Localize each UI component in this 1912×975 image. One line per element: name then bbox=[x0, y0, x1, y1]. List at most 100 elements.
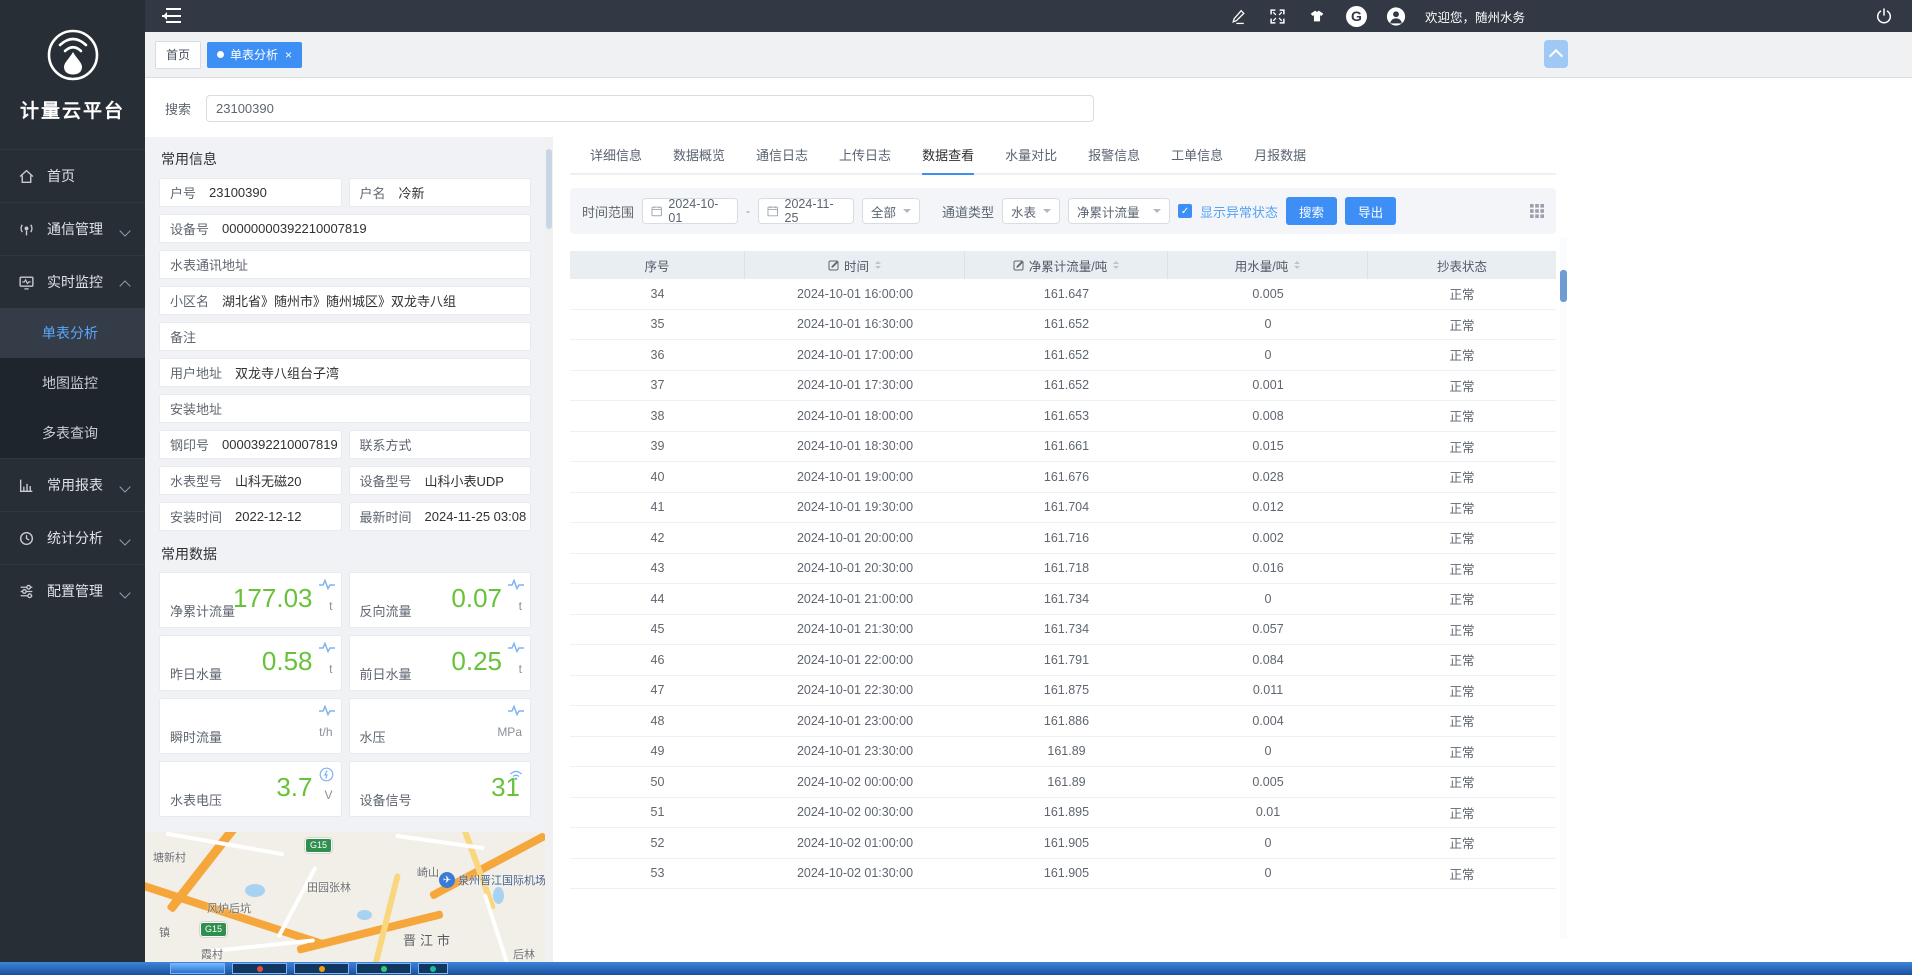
sidebar-item-single-meter-analysis[interactable]: 单表分析 bbox=[0, 308, 145, 358]
channel-metric-select[interactable]: 净累计流量 bbox=[1068, 198, 1170, 224]
metric-unit: t bbox=[329, 662, 332, 676]
cell-status: 正常 bbox=[1368, 315, 1556, 334]
sidebar-item-configuration[interactable]: 配置管理 bbox=[0, 564, 145, 617]
left-panel-scrollbar[interactable] bbox=[545, 137, 553, 962]
tab-alarm-info[interactable]: 报警信息 bbox=[1088, 145, 1140, 175]
abnormal-checkbox[interactable]: ✓ bbox=[1178, 204, 1192, 218]
metric-card-net-total-flow: 177.03 t 净累计流量 bbox=[159, 572, 342, 628]
sidebar-item-multi-meter-query[interactable]: 多表查询 bbox=[0, 408, 145, 458]
search-row: 搜索 bbox=[145, 79, 1912, 137]
field-stamp-no: 钢印号 0000392210007819 bbox=[159, 430, 342, 459]
end-date-input[interactable]: 2024-11-25 bbox=[758, 198, 854, 224]
sort-icons[interactable] bbox=[1294, 258, 1300, 272]
tab-usage-compare[interactable]: 水量对比 bbox=[1005, 145, 1057, 175]
tab-work-order[interactable]: 工单信息 bbox=[1171, 145, 1223, 175]
sort-icons[interactable] bbox=[1113, 258, 1119, 272]
column-net-total[interactable]: 净累计流量/吨 bbox=[965, 251, 1168, 279]
sidebar-item-reports[interactable]: 常用报表 bbox=[0, 458, 145, 511]
location-map[interactable]: G15 G15 塘新村 崎山 田园张林 风炉后坑 镇 晋江市 后林 霞村 ✈ 泉… bbox=[145, 832, 545, 962]
scrollbar-thumb[interactable] bbox=[546, 149, 552, 229]
sliders-icon bbox=[18, 583, 35, 600]
range-separator: - bbox=[746, 204, 750, 218]
column-usage[interactable]: 用水量/吨 bbox=[1168, 251, 1368, 279]
taskbar-item[interactable] bbox=[356, 963, 411, 974]
cell-seq: 39 bbox=[570, 439, 745, 453]
field-install-address: 安装地址 bbox=[159, 394, 531, 423]
channel-type-select[interactable]: 水表 bbox=[1002, 198, 1060, 224]
taskbar-item[interactable] bbox=[170, 963, 225, 974]
cell-time: 2024-10-01 19:00:00 bbox=[745, 470, 965, 484]
export-button[interactable]: 导出 bbox=[1345, 197, 1396, 225]
field-value: 2022-12-12 bbox=[235, 509, 302, 524]
chevron-down-icon bbox=[903, 209, 911, 217]
edit-icon[interactable] bbox=[1229, 6, 1249, 26]
cell-seq: 41 bbox=[570, 500, 745, 514]
tab-detail-info[interactable]: 详细信息 bbox=[590, 145, 642, 175]
cell-status: 正常 bbox=[1368, 498, 1556, 517]
column-label: 用水量/吨 bbox=[1235, 256, 1288, 275]
pulse-icon bbox=[319, 578, 335, 592]
tab-monthly-report[interactable]: 月报数据 bbox=[1254, 145, 1306, 175]
sort-icons[interactable] bbox=[875, 258, 881, 272]
cell-net-total: 161.653 bbox=[965, 409, 1168, 423]
collapse-sidebar-icon[interactable] bbox=[159, 8, 181, 24]
column-status: 抄表状态 bbox=[1368, 251, 1556, 279]
tag-single-meter-analysis[interactable]: 单表分析 × bbox=[207, 42, 302, 68]
chevron-down-icon bbox=[1153, 209, 1161, 217]
tab-upload-log[interactable]: 上传日志 bbox=[839, 145, 891, 175]
field-label: 设备型号 bbox=[360, 471, 412, 490]
start-date-value: 2024-10-01 bbox=[668, 197, 729, 225]
g-badge-icon[interactable]: G bbox=[1346, 6, 1367, 27]
sidebar-item-realtime-monitor[interactable]: 实时监控 bbox=[0, 255, 145, 308]
metric-unit: t/h bbox=[319, 725, 332, 739]
tab-comm-log[interactable]: 通信日志 bbox=[756, 145, 808, 175]
cell-status: 正常 bbox=[1368, 742, 1556, 761]
pulse-icon bbox=[508, 704, 524, 718]
sidebar-item-statistics[interactable]: 统计分析 bbox=[0, 511, 145, 564]
map-road bbox=[371, 873, 401, 962]
sidebar-item-home[interactable]: 首页 bbox=[0, 149, 145, 202]
edit-column-icon bbox=[1013, 259, 1025, 271]
cell-status: 正常 bbox=[1368, 681, 1556, 700]
search-input[interactable] bbox=[206, 95, 1094, 122]
taskbar-item[interactable] bbox=[418, 963, 448, 974]
back-to-top-button[interactable] bbox=[1544, 40, 1568, 68]
scrollbar-thumb[interactable] bbox=[1560, 270, 1567, 302]
column-settings-icon[interactable] bbox=[1530, 204, 1544, 218]
granularity-select[interactable]: 全部 bbox=[862, 198, 920, 224]
cell-time: 2024-10-01 16:00:00 bbox=[745, 287, 965, 301]
tab-data-view[interactable]: 数据查看 bbox=[922, 145, 974, 175]
sidebar-item-label: 常用报表 bbox=[47, 475, 103, 495]
map-label: 晋江市 bbox=[403, 930, 454, 949]
start-date-input[interactable]: 2024-10-01 bbox=[642, 198, 738, 224]
theme-shirt-icon[interactable] bbox=[1307, 6, 1327, 26]
cell-usage: 0 bbox=[1168, 592, 1368, 606]
cell-usage: 0 bbox=[1168, 866, 1368, 880]
map-water bbox=[357, 910, 372, 920]
edit-column-icon bbox=[828, 259, 840, 271]
pulse-icon bbox=[508, 641, 524, 655]
power-icon[interactable] bbox=[1874, 6, 1894, 26]
column-time[interactable]: 时间 bbox=[745, 251, 965, 279]
field-value: 2024-11-25 03:08 bbox=[425, 509, 527, 524]
search-button[interactable]: 搜索 bbox=[1286, 197, 1337, 225]
metric-unit: t bbox=[519, 662, 522, 676]
fullscreen-icon[interactable] bbox=[1268, 6, 1288, 26]
sidebar-item-communication[interactable]: 通信管理 bbox=[0, 202, 145, 255]
close-icon[interactable]: × bbox=[285, 49, 292, 61]
cell-net-total: 161.89 bbox=[965, 744, 1168, 758]
tag-home[interactable]: 首页 bbox=[155, 41, 201, 69]
tab-data-overview[interactable]: 数据概览 bbox=[673, 145, 725, 175]
taskbar-item[interactable] bbox=[294, 963, 349, 974]
chevron-down-icon bbox=[119, 481, 130, 492]
taskbar-item[interactable] bbox=[232, 963, 287, 974]
sidebar-item-map-monitor[interactable]: 地图监控 bbox=[0, 358, 145, 408]
cell-seq: 52 bbox=[570, 836, 745, 850]
abnormal-checkbox-label[interactable]: 显示异常状态 bbox=[1200, 202, 1278, 221]
cell-status: 正常 bbox=[1368, 528, 1556, 547]
cell-time: 2024-10-02 00:00:00 bbox=[745, 775, 965, 789]
table-scrollbar[interactable] bbox=[1560, 238, 1567, 938]
table-row: 53 2024-10-02 01:30:00 161.905 0 正常 bbox=[570, 859, 1556, 890]
table-row: 46 2024-10-01 22:00:00 161.791 0.084 正常 bbox=[570, 645, 1556, 676]
user-avatar-icon[interactable] bbox=[1386, 6, 1406, 26]
